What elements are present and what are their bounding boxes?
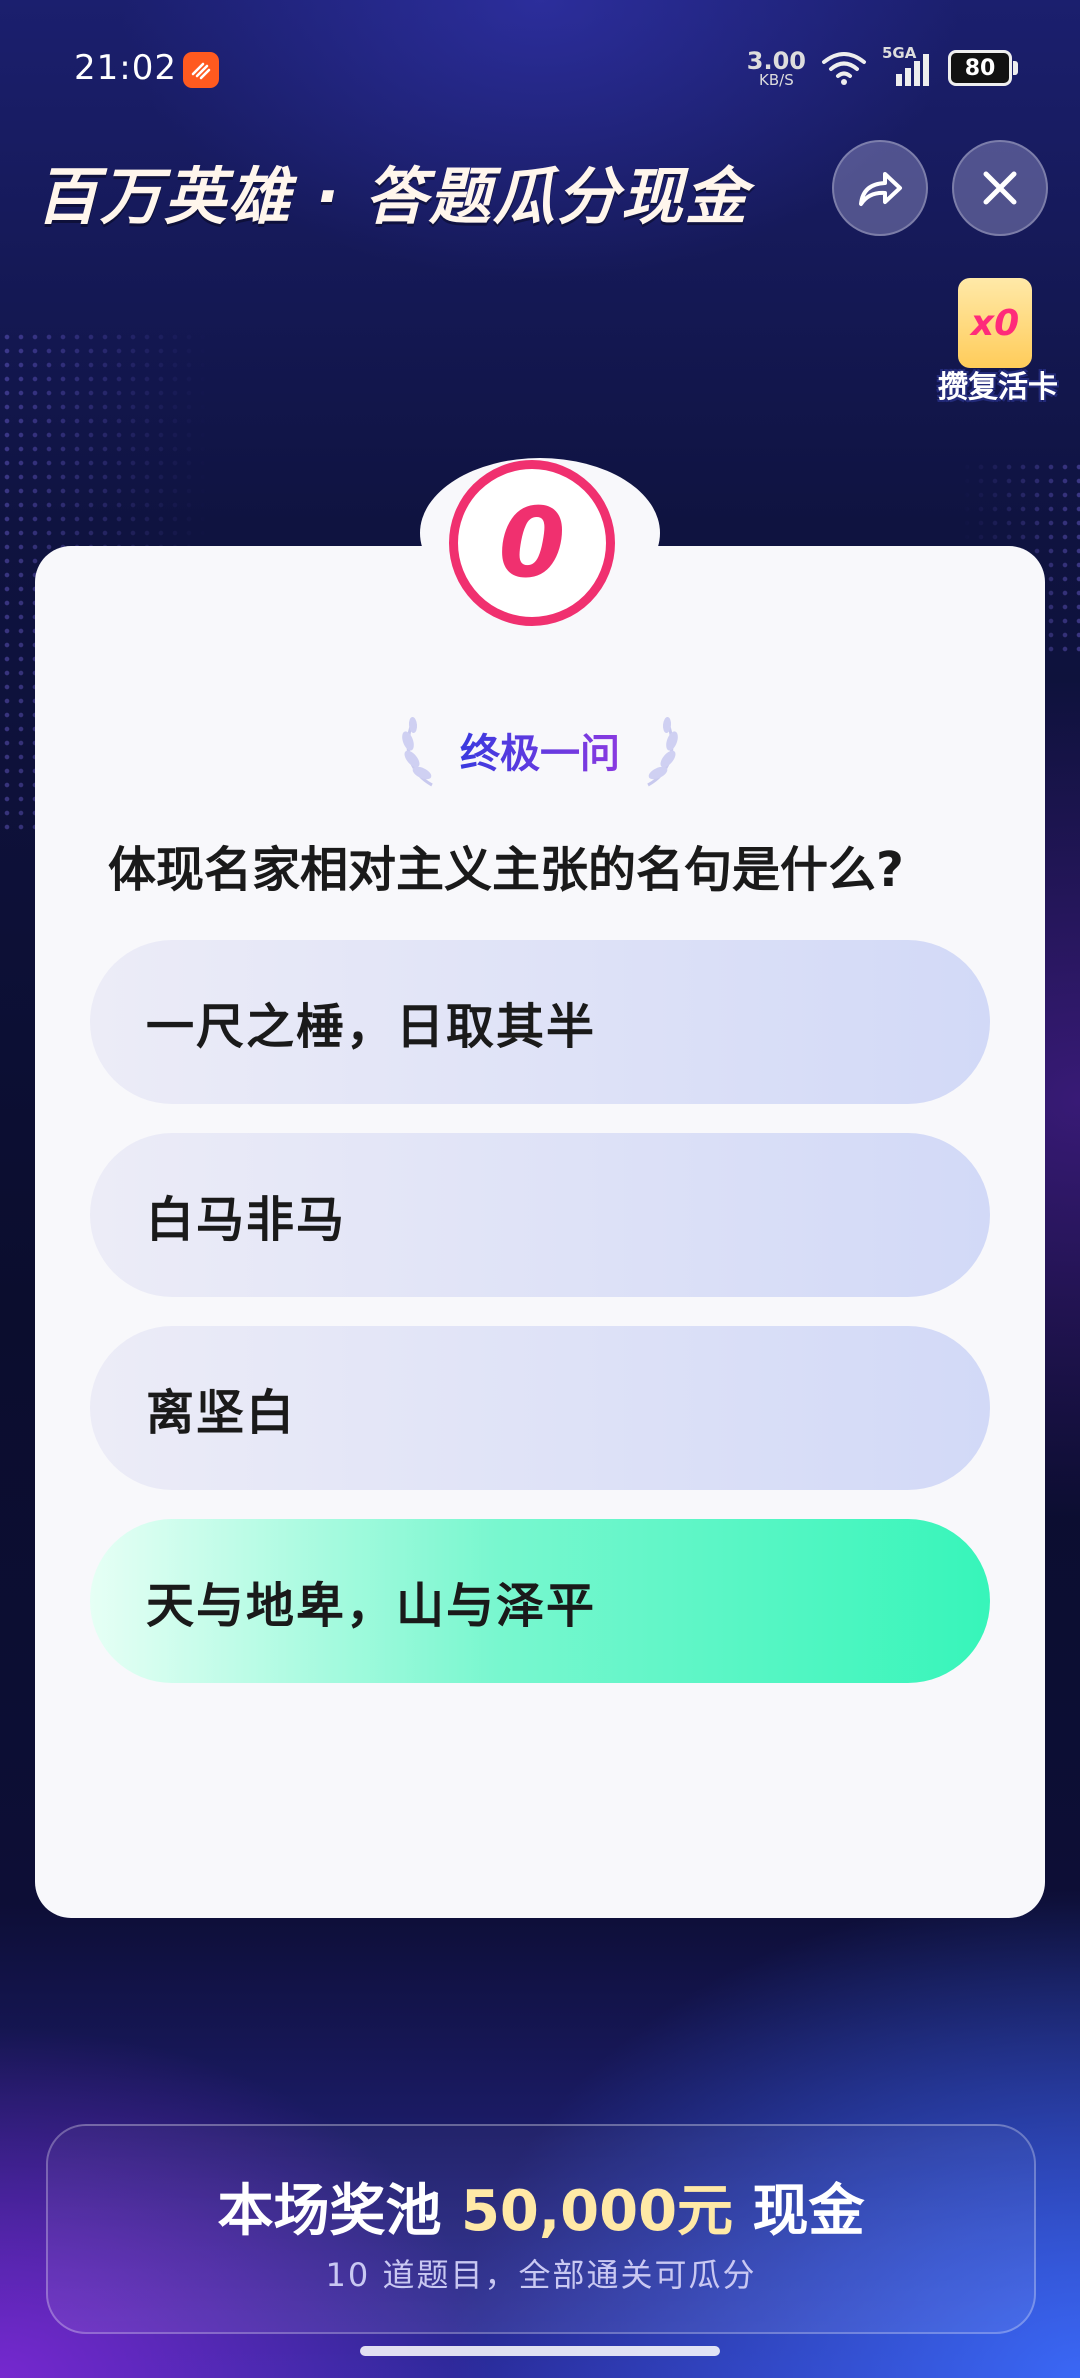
prize-title-suffix: 现金 [752,2179,865,2244]
status-time: 21:02 [74,48,177,88]
network-speed-value: 3.00 [746,46,806,75]
round-label: 终极一问 [460,721,620,779]
laurel-left-icon [402,717,433,787]
prize-pool-title: 本场奖池 50,000元 现金 [48,2166,1034,2247]
network-speed-unit: KB/S [759,70,794,89]
home-indicator[interactable] [360,2346,720,2356]
cellular-signal: 5GA [882,44,934,88]
close-icon [983,171,1017,205]
answer-option-2[interactable]: 白马非马 [90,1133,990,1297]
share-icon [859,172,902,206]
prize-title-prefix: 本场奖池 [217,2179,442,2244]
answer-option-1[interactable]: 一尺之棰，日取其半 [90,940,990,1104]
countdown-value: 0 [498,487,566,599]
revive-count: x0 [970,302,1020,344]
revive-label: 攒复活卡 [938,370,1058,405]
network-speed: 3.00 KB/S [747,49,806,88]
wifi-icon [822,52,866,85]
answer-options: 一尺之棰，日取其半 白马非马 离坚白 天与地卑，山与泽平 [90,940,990,1712]
revive-card-widget[interactable]: x0 攒复活卡 [928,278,1068,408]
answer-option-4-correct[interactable]: 天与地卑，山与泽平 [90,1519,990,1683]
close-button[interactable] [952,140,1048,236]
prize-pool-subtitle: 10 道题目，全部通关可瓜分 [325,2256,757,2294]
revive-card-icon: x0 [958,278,1032,368]
status-indicators: 3.00 KB/S 5GA 80 [747,44,1018,90]
question-text: 体现名家相对主义主张的名句是什么? [108,842,904,898]
prize-amount: 50,000元 [460,2179,734,2244]
status-bar: 21:02 3.00 KB/S 5GA 80 [0,0,1080,140]
page-title: 百万英雄 · 答题瓜分现金 [36,160,749,233]
signal-bars-icon [896,54,929,86]
countdown-timer: 0 [449,460,615,626]
prize-pool-panel: 本场奖池 50,000元 现金 10 道题目，全部通关可瓜分 [46,2124,1036,2334]
battery-indicator: 80 [948,50,1018,86]
share-button[interactable] [832,140,928,236]
answer-option-3[interactable]: 离坚白 [90,1326,990,1490]
laurel-right-icon [647,717,678,787]
round-badge: 终极一问 [380,710,700,790]
app-notification-icon [183,52,219,88]
